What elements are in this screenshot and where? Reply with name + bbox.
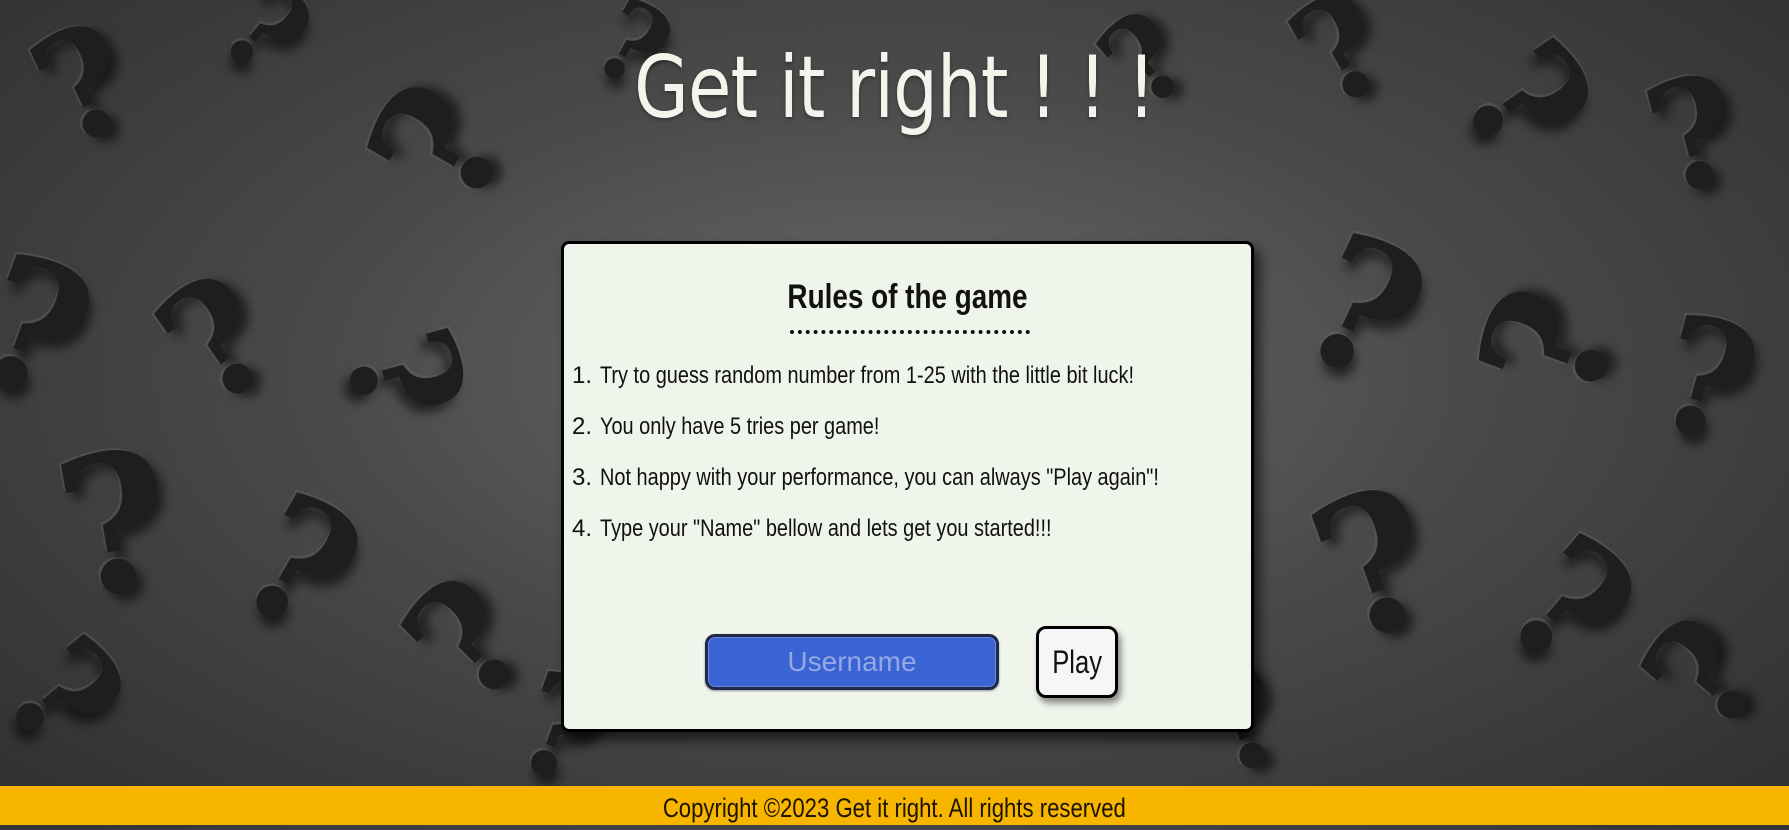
rules-heading: Rules of the game	[787, 278, 1028, 316]
copyright-text: Copyright ©2023 Get it right. All rights…	[662, 793, 1127, 823]
play-button-label: Play	[1052, 643, 1102, 680]
footer: Copyright ©2023 Get it right. All rights…	[0, 786, 1789, 825]
rule-text: Try to guess random number from 1-25 wit…	[600, 362, 1135, 389]
rule-number: 4.	[571, 515, 592, 542]
question-mark-icon: ?	[206, 453, 393, 677]
username-input[interactable]	[705, 634, 999, 690]
rule-item: 4. Type your "Name" bellow and lets get …	[570, 515, 1273, 566]
page-title: Get it right ! ! !	[634, 38, 1156, 138]
rules-list: 1. Try to guess random number from 1-25 …	[570, 362, 1273, 566]
rule-text: Not happy with your performance, you can…	[600, 464, 1159, 491]
rule-item: 2. You only have 5 tries per game!	[570, 413, 1273, 464]
rule-number: 2.	[571, 413, 592, 440]
question-mark-icon: ?	[0, 604, 160, 786]
play-button[interactable]: Play	[1036, 626, 1118, 698]
question-mark-icon: ?	[0, 212, 119, 447]
question-mark-icon: ?	[1637, 277, 1777, 483]
question-mark-icon: ?	[307, 309, 501, 441]
rule-item: 3. Not happy with your performance, you …	[570, 464, 1273, 515]
rule-text: You only have 5 tries per game!	[600, 413, 880, 440]
rule-number: 3.	[571, 464, 592, 491]
rule-text: Type your "Name" bellow and lets get you…	[600, 515, 1052, 542]
rule-item: 1. Try to guess random number from 1-25 …	[570, 362, 1273, 413]
rules-heading-underline	[790, 330, 1030, 334]
question-mark-icon: ?	[1628, 38, 1760, 232]
rule-number: 1.	[571, 362, 592, 389]
question-mark-icon: ?	[6, 0, 161, 184]
question-mark-icon: ?	[124, 236, 310, 444]
rules-card: Rules of the game 1. Try to guess random…	[561, 241, 1254, 732]
question-mark-icon: ?	[1438, 263, 1661, 427]
question-mark-icon: ?	[1608, 584, 1789, 766]
question-mark-icon: ?	[1270, 191, 1456, 428]
question-mark-icon: ?	[41, 405, 190, 644]
question-mark-icon: ?	[1285, 440, 1466, 689]
